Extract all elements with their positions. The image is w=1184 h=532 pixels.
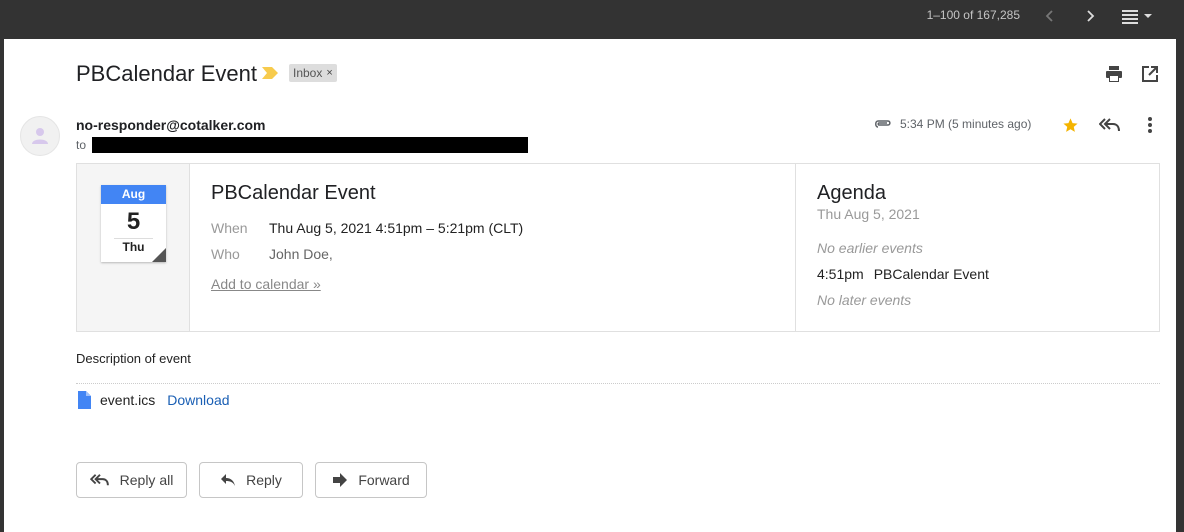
who-value: John Doe, <box>269 246 333 262</box>
who-label: Who <box>211 246 240 262</box>
add-to-calendar-link[interactable]: Add to calendar » <box>211 276 321 292</box>
calendar-weekday: Thu <box>114 238 153 254</box>
when-row: When Thu Aug 5, 2021 4:51pm – 5:21pm (CL… <box>211 220 523 236</box>
reply-all-icon <box>89 474 109 486</box>
more-vert-icon <box>1148 117 1152 133</box>
agenda-event: 4:51pm PBCalendar Event <box>817 266 989 282</box>
to-prefix: to <box>76 138 87 152</box>
message-time: 5:34 PM (5 minutes ago) <box>900 117 1032 131</box>
download-link[interactable]: Download <box>167 392 229 408</box>
reply-label: Reply <box>246 472 282 488</box>
calendar-invite-card: Aug 5 Thu PBCalendar Event When Thu Aug … <box>76 163 1160 332</box>
redacted-recipient <box>92 137 529 153</box>
importance-marker-icon[interactable] <box>262 67 278 79</box>
agenda-event-time: 4:51pm <box>817 266 864 282</box>
reply-button[interactable]: Reply <box>199 462 303 498</box>
calendar-date-icon: Aug 5 Thu <box>101 185 166 262</box>
reply-all-header-button[interactable] <box>1098 114 1122 136</box>
attachment-row: event.ics Download <box>76 391 230 409</box>
no-earlier-events: No earlier events <box>817 240 923 256</box>
message-meta: 5:34 PM (5 minutes ago) <box>874 117 1031 131</box>
invite-date-panel: Aug 5 Thu <box>77 164 190 331</box>
forward-label: Forward <box>358 472 410 488</box>
avatar-icon <box>32 128 48 144</box>
agenda-date: Thu Aug 5, 2021 <box>817 206 920 222</box>
older-button[interactable] <box>1038 4 1062 28</box>
reply-icon <box>221 474 236 486</box>
remove-label-button[interactable]: × <box>326 67 332 79</box>
when-label: When <box>211 220 248 236</box>
print-button[interactable] <box>1103 63 1125 85</box>
open-new-window-button[interactable] <box>1139 63 1161 85</box>
page-fold-icon <box>152 248 166 262</box>
density-menu-icon <box>1122 10 1152 24</box>
density-settings-button[interactable] <box>1118 4 1158 28</box>
agenda-title: Agenda <box>817 182 886 204</box>
forward-icon <box>333 473 348 487</box>
sender-email[interactable]: no-responder@cotalker.com <box>76 117 265 133</box>
sender-avatar[interactable] <box>20 116 60 156</box>
agenda-panel: Agenda Thu Aug 5, 2021 No earlier events… <box>797 164 1159 331</box>
recipient-line: to <box>76 137 529 153</box>
agenda-event-name: PBCalendar Event <box>873 266 989 282</box>
attachment-divider <box>76 383 1160 384</box>
newer-button[interactable] <box>1078 4 1102 28</box>
calendar-month: Aug <box>101 185 166 204</box>
inbox-label-chip: Inbox × <box>289 64 337 82</box>
no-later-events: No later events <box>817 292 912 308</box>
chevron-left-icon <box>1045 10 1053 22</box>
reply-all-button[interactable]: Reply all <box>76 462 187 498</box>
top-toolbar: 1–100 of 167,285 <box>0 0 1184 39</box>
who-row: Who John Doe, <box>211 246 333 262</box>
email-subject: PBCalendar Event <box>76 61 257 86</box>
when-value: Thu Aug 5, 2021 4:51pm – 5:21pm (CLT) <box>269 220 524 236</box>
star-button[interactable] <box>1059 114 1081 136</box>
attachment-clip-icon <box>875 120 891 128</box>
more-options-button[interactable] <box>1139 114 1161 136</box>
attachment-name[interactable]: event.ics <box>100 392 155 408</box>
star-icon <box>1062 117 1078 132</box>
chevron-right-icon <box>1087 10 1095 22</box>
calendar-day: 5 <box>126 208 141 235</box>
invite-details: PBCalendar Event When Thu Aug 5, 2021 4:… <box>191 164 796 331</box>
reply-all-icon <box>1099 118 1120 132</box>
file-icon <box>78 391 91 409</box>
print-icon <box>1106 66 1122 82</box>
pagination-text: 1–100 of 167,285 <box>926 8 1020 22</box>
event-title: PBCalendar Event <box>211 182 376 204</box>
label-text: Inbox <box>293 66 323 80</box>
email-body-text: Description of event <box>76 351 191 366</box>
message-view: PBCalendar Event Inbox × no-responder@co… <box>4 39 1176 532</box>
reply-all-label: Reply all <box>119 472 174 488</box>
open-new-window-icon <box>1142 66 1158 82</box>
forward-button[interactable]: Forward <box>315 462 427 498</box>
